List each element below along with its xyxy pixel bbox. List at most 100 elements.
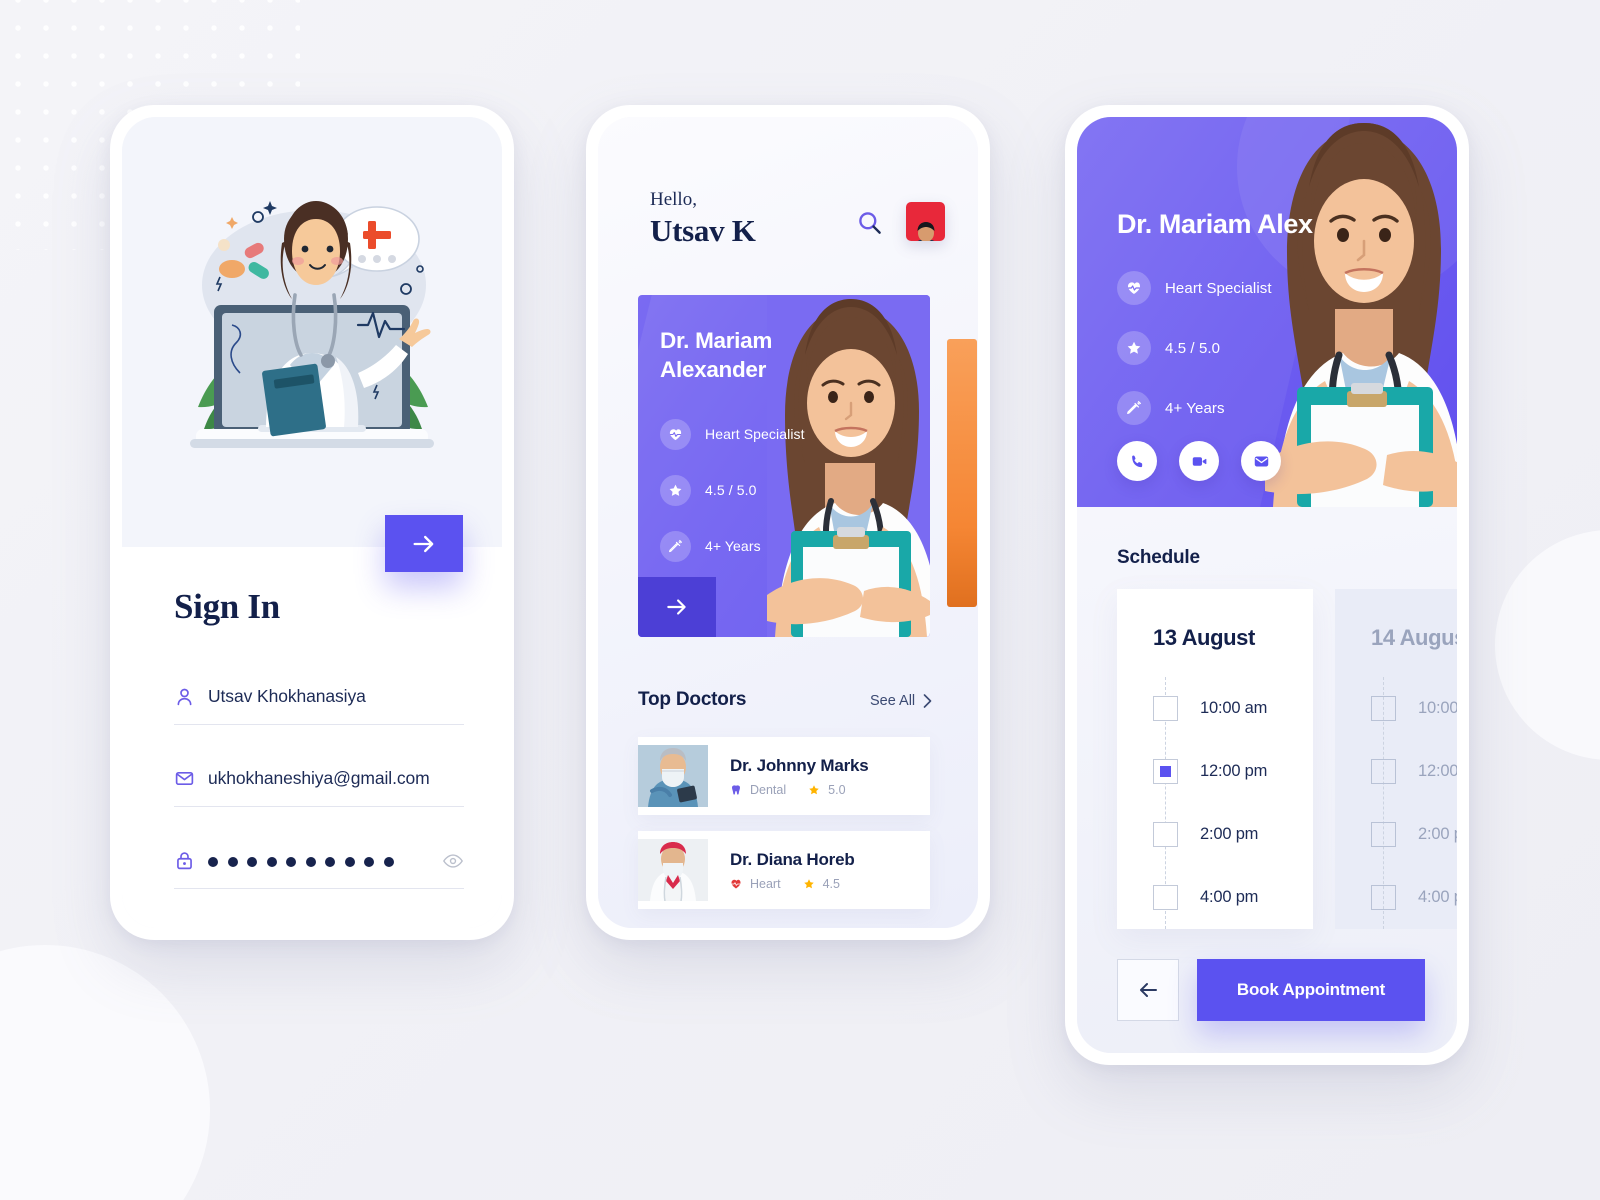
- arrow-right-icon: [667, 599, 686, 615]
- search-icon[interactable]: [856, 209, 883, 236]
- stat-specialty: Heart Specialist: [1117, 265, 1272, 311]
- doctor-name: Dr. Mariam Alex: [1117, 209, 1313, 239]
- doctor-name: Dr. Diana Horeb: [730, 849, 855, 869]
- book-appointment-button[interactable]: Book Appointment: [1197, 959, 1425, 1021]
- doctor-thumbnail: [638, 745, 708, 807]
- time-slot-checkbox[interactable]: [1153, 822, 1178, 847]
- user-name: Utsav K: [650, 213, 756, 248]
- continue-arrow-button[interactable]: [385, 515, 463, 572]
- featured-doctor-card[interactable]: Dr. Mariam Alexander Heart Specialist 4.…: [638, 295, 930, 637]
- time-slot-label: 12:00 pm: [1418, 762, 1457, 780]
- see-all-label: See All: [870, 693, 916, 709]
- doctor-name: Dr. Johnny Marks: [730, 755, 869, 775]
- detail-footer: Book Appointment: [1117, 959, 1425, 1021]
- phone-detail-screen: Dr. Mariam Alex Heart Specialist 4.5 / 5…: [1065, 105, 1469, 1065]
- time-slot-checkbox[interactable]: [1371, 822, 1396, 847]
- star-icon: [803, 878, 814, 888]
- user-icon: [174, 686, 208, 707]
- time-slot[interactable]: 2:00 pm: [1153, 803, 1313, 866]
- see-all-link[interactable]: See All: [870, 693, 932, 709]
- background-circle-right: [1495, 530, 1600, 760]
- time-slot-list: 10:00 am 12:00 pm 2:00 pm 4:00 pm: [1371, 677, 1457, 929]
- doctor-header-banner: Dr. Mariam Alex Heart Specialist 4.5 / 5…: [1077, 117, 1457, 507]
- time-slot-label: 10:00 am: [1418, 699, 1457, 717]
- schedule-day-card[interactable]: 14 August 10:00 am 12:00 pm 2:00 pm 4: [1335, 589, 1457, 929]
- list-item[interactable]: Dr. Johnny Marks Dental 5.0: [638, 737, 930, 815]
- list-item[interactable]: Dr. Diana Horeb Heart 4.5: [638, 831, 930, 909]
- doctor-rating: 4.5: [822, 876, 840, 891]
- time-slot-list: 10:00 am 12:00 pm 2:00 pm 4:00 pm: [1153, 677, 1313, 929]
- detail-screen-content: Dr. Mariam Alex Heart Specialist 4.5 / 5…: [1077, 117, 1457, 1053]
- video-call-button[interactable]: [1179, 441, 1219, 481]
- user-avatar[interactable]: [906, 202, 945, 241]
- stat-rating: 4.5 / 5.0: [660, 468, 805, 512]
- email-value: ukhokhaneshiya@gmail.com: [208, 768, 430, 788]
- phone-icon: [1131, 454, 1142, 467]
- stat-experience: 4+ Years: [1117, 385, 1272, 431]
- stat-specialty-label: Heart Specialist: [1165, 279, 1272, 297]
- avatar-photo: [917, 222, 934, 241]
- time-slot-checkbox[interactable]: [1153, 696, 1178, 721]
- fullname-value: Utsav Khokhanasiya: [208, 686, 366, 706]
- chevron-right-icon: [923, 694, 932, 708]
- time-slot-checkbox[interactable]: [1153, 759, 1178, 784]
- message-icon: [1254, 456, 1268, 466]
- stat-experience-label: 4+ Years: [1165, 399, 1225, 417]
- doctor-stats: Heart Specialist 4.5 / 5.0 4+ Years: [1117, 265, 1272, 445]
- time-slot[interactable]: 4:00 pm: [1153, 866, 1313, 929]
- back-button[interactable]: [1117, 959, 1179, 1021]
- doctor-meta: Heart 4.5: [730, 877, 855, 891]
- fullname-field[interactable]: Utsav Khokhanasiya: [174, 669, 464, 725]
- time-slot-checkbox[interactable]: [1371, 759, 1396, 784]
- star-icon: [660, 474, 691, 506]
- top-doctors-title: Top Doctors: [638, 689, 747, 710]
- time-slot-label: 4:00 pm: [1418, 888, 1457, 906]
- stat-specialty-label: Heart Specialist: [705, 426, 805, 442]
- schedule-day-card[interactable]: 13 August 10:00 am 12:00 pm 2:00 pm 4:00…: [1117, 589, 1313, 929]
- phone-home-screen: Hello, Utsav K Dr. Mariam Alexander Hear…: [586, 105, 990, 940]
- lock-icon: [174, 850, 208, 871]
- mail-icon: [174, 768, 208, 789]
- phone-signin-screen: Sign In Utsav Khokhanasiya ukhokhaneshiy…: [110, 105, 514, 940]
- time-slot-checkbox[interactable]: [1371, 885, 1396, 910]
- doctor-rating: 5.0: [828, 782, 846, 797]
- stat-experience-label: 4+ Years: [705, 538, 761, 554]
- schedule-title: Schedule: [1117, 547, 1200, 568]
- signin-screen-content: Sign In Utsav Khokhanasiya ukhokhaneshiy…: [122, 117, 502, 928]
- call-button[interactable]: [1117, 441, 1157, 481]
- video-icon: [1192, 456, 1206, 466]
- time-slot-checkbox[interactable]: [1153, 885, 1178, 910]
- time-slot-label: 12:00 pm: [1200, 762, 1268, 780]
- time-slot-label: 2:00 pm: [1200, 825, 1259, 843]
- stat-rating: 4.5 / 5.0: [1117, 325, 1272, 371]
- time-slot[interactable]: 12:00 pm: [1153, 740, 1313, 803]
- doctor-meta: Dental 5.0: [730, 783, 869, 797]
- message-button[interactable]: [1241, 441, 1281, 481]
- next-card-peek[interactable]: [947, 339, 977, 607]
- doctor-photo: [1265, 117, 1457, 507]
- time-slot-checkbox[interactable]: [1371, 696, 1396, 721]
- tooth-icon: [732, 784, 740, 795]
- stat-rating-label: 4.5 / 5.0: [705, 482, 757, 498]
- arrow-right-icon: [413, 535, 434, 552]
- time-slot-label: 10:00 am: [1200, 699, 1268, 717]
- featured-doctor-name: Dr. Mariam Alexander: [660, 328, 773, 382]
- featured-doctor-stats: Heart Specialist 4.5 / 5.0 4+ Years: [660, 412, 805, 580]
- time-slot-label: 2:00 pm: [1418, 825, 1457, 843]
- email-field[interactable]: ukhokhaneshiya@gmail.com: [174, 751, 464, 807]
- star-icon: [1117, 331, 1151, 365]
- password-masked-value: [208, 854, 442, 867]
- stat-rating-label: 4.5 / 5.0: [1165, 339, 1221, 357]
- password-field[interactable]: [174, 833, 464, 889]
- schedule-date: 13 August: [1153, 625, 1255, 650]
- time-slot[interactable]: 10:00 am: [1153, 677, 1313, 740]
- featured-doctor-cta-button[interactable]: [638, 577, 716, 637]
- doctor-laptop-illustration: [190, 201, 434, 448]
- doctor-specialty: Dental: [750, 782, 787, 797]
- eye-toggle-icon[interactable]: [442, 850, 464, 872]
- stat-experience: 4+ Years: [660, 524, 805, 568]
- doctor-specialty: Heart: [750, 876, 781, 891]
- doctor-thumbnail: [638, 839, 708, 901]
- background-circle-bottom-left: [0, 945, 210, 1200]
- doctor-info: Dr. Johnny Marks Dental 5.0: [730, 756, 869, 797]
